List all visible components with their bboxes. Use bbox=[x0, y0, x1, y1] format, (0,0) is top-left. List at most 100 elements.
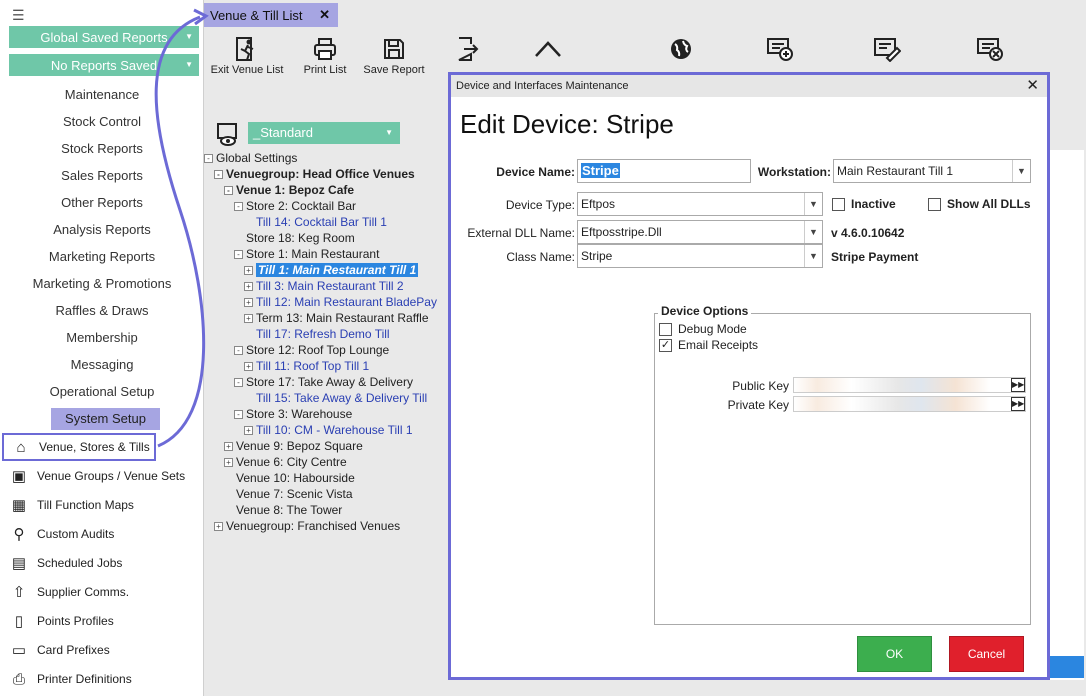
add-device-button[interactable] bbox=[765, 34, 795, 64]
print-list-button[interactable]: Print List bbox=[300, 34, 350, 76]
tree-node[interactable]: - Store 17: Take Away & Delivery bbox=[234, 374, 413, 390]
sidebar-menu-item[interactable]: Maintenance bbox=[0, 84, 204, 106]
sidebar-nav-item[interactable]: ⇧ Supplier Comms. bbox=[0, 578, 204, 606]
collapse-icon[interactable]: - bbox=[234, 250, 243, 259]
tree-node[interactable]: Till 14: Cocktail Bar Till 1 bbox=[244, 214, 387, 230]
tree-node[interactable]: + Till 11: Roof Top Till 1 bbox=[244, 358, 369, 374]
expand-icon[interactable]: + bbox=[244, 426, 253, 435]
tree-node[interactable]: - Store 3: Warehouse bbox=[234, 406, 352, 422]
sidebar-menu-item[interactable]: System Setup bbox=[51, 408, 160, 430]
tree-node[interactable]: + Venue 6: City Centre bbox=[224, 454, 347, 470]
sidebar-nav-item[interactable]: ▣ Venue Groups / Venue Sets bbox=[0, 462, 204, 490]
tree-node[interactable]: - Venuegroup: Head Office Venues bbox=[214, 166, 415, 182]
edit-device-button[interactable] bbox=[872, 34, 902, 64]
tree-node[interactable]: - Store 1: Main Restaurant bbox=[234, 246, 379, 262]
sidebar-nav-item[interactable]: ⎙ Printer Definitions bbox=[0, 665, 204, 693]
collapse-icon[interactable]: - bbox=[234, 202, 243, 211]
view-selector-dropdown[interactable]: _Standard ▼ bbox=[248, 122, 400, 144]
chevron-down-icon: ▼ bbox=[185, 32, 193, 41]
sidebar-nav-item[interactable]: ▦ Till Function Maps bbox=[0, 491, 204, 519]
export-button[interactable] bbox=[452, 34, 482, 64]
sidebar-menu-item[interactable]: Other Reports bbox=[0, 192, 204, 214]
tree-node[interactable]: - Store 2: Cocktail Bar bbox=[234, 198, 356, 214]
show-all-dlls-checkbox[interactable]: Show All DLLs bbox=[928, 197, 1031, 211]
tree-node[interactable]: Till 15: Take Away & Delivery Till bbox=[244, 390, 427, 406]
chevron-down-icon: ▼ bbox=[804, 245, 822, 267]
global-saved-reports-dropdown[interactable]: Global Saved Reports ▼ bbox=[9, 26, 199, 48]
delete-device-button[interactable] bbox=[975, 34, 1005, 64]
sidebar-menu-item[interactable]: Operational Setup bbox=[0, 381, 204, 403]
tree-node[interactable]: Venue 8: The Tower bbox=[224, 502, 342, 518]
external-dll-select[interactable]: Eftposstripe.Dll ▼ bbox=[577, 220, 823, 244]
sidebar-nav-item[interactable]: ▯ Points Profiles bbox=[0, 607, 204, 635]
sidebar-menu-item[interactable]: Marketing Reports bbox=[0, 246, 204, 268]
exit-venue-list-button[interactable]: Exit Venue List bbox=[210, 34, 284, 76]
tab-venue-till-list[interactable]: Venue & Till List ✕ bbox=[204, 3, 338, 27]
tree-node[interactable]: + Term 13: Main Restaurant Raffle bbox=[244, 310, 429, 326]
class-name-select[interactable]: Stripe ▼ bbox=[577, 244, 823, 268]
expand-icon[interactable]: + bbox=[244, 298, 253, 307]
device-type-select[interactable]: Eftpos ▼ bbox=[577, 192, 823, 216]
public-key-field[interactable]: ▶▶ bbox=[793, 377, 1026, 393]
sidebar-menu-item[interactable]: Analysis Reports bbox=[0, 219, 204, 241]
tree-node[interactable]: Store 18: Keg Room bbox=[234, 230, 355, 246]
expand-icon[interactable]: + bbox=[224, 458, 233, 467]
sidebar-menu-item[interactable]: Raffles & Draws bbox=[0, 300, 204, 322]
close-icon[interactable]: ✕ bbox=[1026, 75, 1039, 97]
sidebar-menu-item[interactable]: Messaging bbox=[0, 354, 204, 376]
cancel-button[interactable]: Cancel bbox=[949, 636, 1024, 672]
sidebar-menu-item[interactable]: Stock Control bbox=[0, 111, 204, 133]
sidebar-nav-item[interactable]: ▤ Scheduled Jobs bbox=[0, 549, 204, 577]
tree-node[interactable]: - Store 12: Roof Top Lounge bbox=[234, 342, 389, 358]
expand-icon[interactable]: + bbox=[244, 282, 253, 291]
hamburger-menu-icon[interactable]: ☰ bbox=[12, 7, 25, 24]
tree-node[interactable]: Till 17: Refresh Demo Till bbox=[244, 326, 390, 342]
tree-node[interactable]: Venue 10: Habourside bbox=[224, 470, 355, 486]
tree-node[interactable]: - Venue 1: Bepoz Cafe bbox=[224, 182, 354, 198]
expand-icon[interactable]: + bbox=[244, 314, 253, 323]
inactive-checkbox[interactable]: Inactive bbox=[832, 197, 896, 211]
tree-node[interactable]: + Venuegroup: Franchised Venues bbox=[214, 518, 400, 534]
sidebar-menu-item[interactable]: Membership bbox=[0, 327, 204, 349]
device-name-field[interactable]: Stripe bbox=[577, 159, 751, 183]
tree-node[interactable]: + Till 1: Main Restaurant Till 1 bbox=[244, 262, 419, 278]
collapse-icon[interactable]: - bbox=[234, 410, 243, 419]
ok-button[interactable]: OK bbox=[857, 636, 932, 672]
expand-icon[interactable]: + bbox=[244, 266, 253, 275]
tree-node[interactable]: - Global Settings bbox=[204, 150, 297, 166]
sidebar-menu-item[interactable]: Sales Reports bbox=[0, 165, 204, 187]
globe-button[interactable] bbox=[666, 34, 696, 64]
tree-node[interactable]: + Venue 9: Bepoz Square bbox=[224, 438, 363, 454]
sidebar-nav-item[interactable]: ⚲ Custom Audits bbox=[0, 520, 204, 548]
close-tab-icon[interactable]: ✕ bbox=[319, 7, 330, 23]
email-receipts-checkbox[interactable]: ✓ Email Receipts bbox=[659, 338, 758, 352]
no-reports-saved-dropdown[interactable]: No Reports Saved ▼ bbox=[9, 54, 199, 76]
selected-row[interactable] bbox=[1046, 656, 1084, 678]
tree-node[interactable]: + Till 10: CM - Warehouse Till 1 bbox=[244, 422, 413, 438]
collapse-toolbar-button[interactable] bbox=[532, 34, 564, 64]
debug-mode-checkbox[interactable]: Debug Mode bbox=[659, 322, 747, 336]
collapse-icon[interactable]: - bbox=[224, 186, 233, 195]
workstation-select[interactable]: Main Restaurant Till 1 ▼ bbox=[833, 159, 1031, 183]
expand-arrow-icon[interactable]: ▶▶ bbox=[1011, 397, 1025, 411]
expand-icon[interactable]: + bbox=[214, 522, 223, 531]
expand-arrow-icon[interactable]: ▶▶ bbox=[1011, 378, 1025, 392]
sidebar-menu-item[interactable]: Marketing & Promotions bbox=[0, 273, 204, 295]
collapse-icon[interactable]: - bbox=[214, 170, 223, 179]
private-key-field[interactable]: ▶▶ bbox=[793, 396, 1026, 412]
tree-node[interactable]: + Till 12: Main Restaurant BladePay bbox=[244, 294, 437, 310]
tree-node[interactable]: + Till 3: Main Restaurant Till 2 bbox=[244, 278, 404, 294]
collapse-icon[interactable]: - bbox=[234, 378, 243, 387]
sidebar-nav-item[interactable]: ▭ Card Prefixes bbox=[0, 636, 204, 664]
tree-node[interactable]: Venue 7: Scenic Vista bbox=[224, 486, 353, 502]
sidebar-menu-item[interactable]: Stock Reports bbox=[0, 138, 204, 160]
collapse-icon[interactable]: - bbox=[204, 154, 213, 163]
save-report-button[interactable]: Save Report bbox=[362, 34, 426, 76]
tree-node-label: Venue 8: The Tower bbox=[236, 503, 343, 517]
sidebar-nav-item[interactable]: ⌂ Venue, Stores & Tills bbox=[2, 433, 156, 461]
expand-icon[interactable]: + bbox=[224, 442, 233, 451]
view-icon[interactable] bbox=[216, 122, 240, 151]
expand-icon[interactable]: + bbox=[244, 362, 253, 371]
sidebar-nav-label: Till Function Maps bbox=[37, 498, 134, 512]
collapse-icon[interactable]: - bbox=[234, 346, 243, 355]
